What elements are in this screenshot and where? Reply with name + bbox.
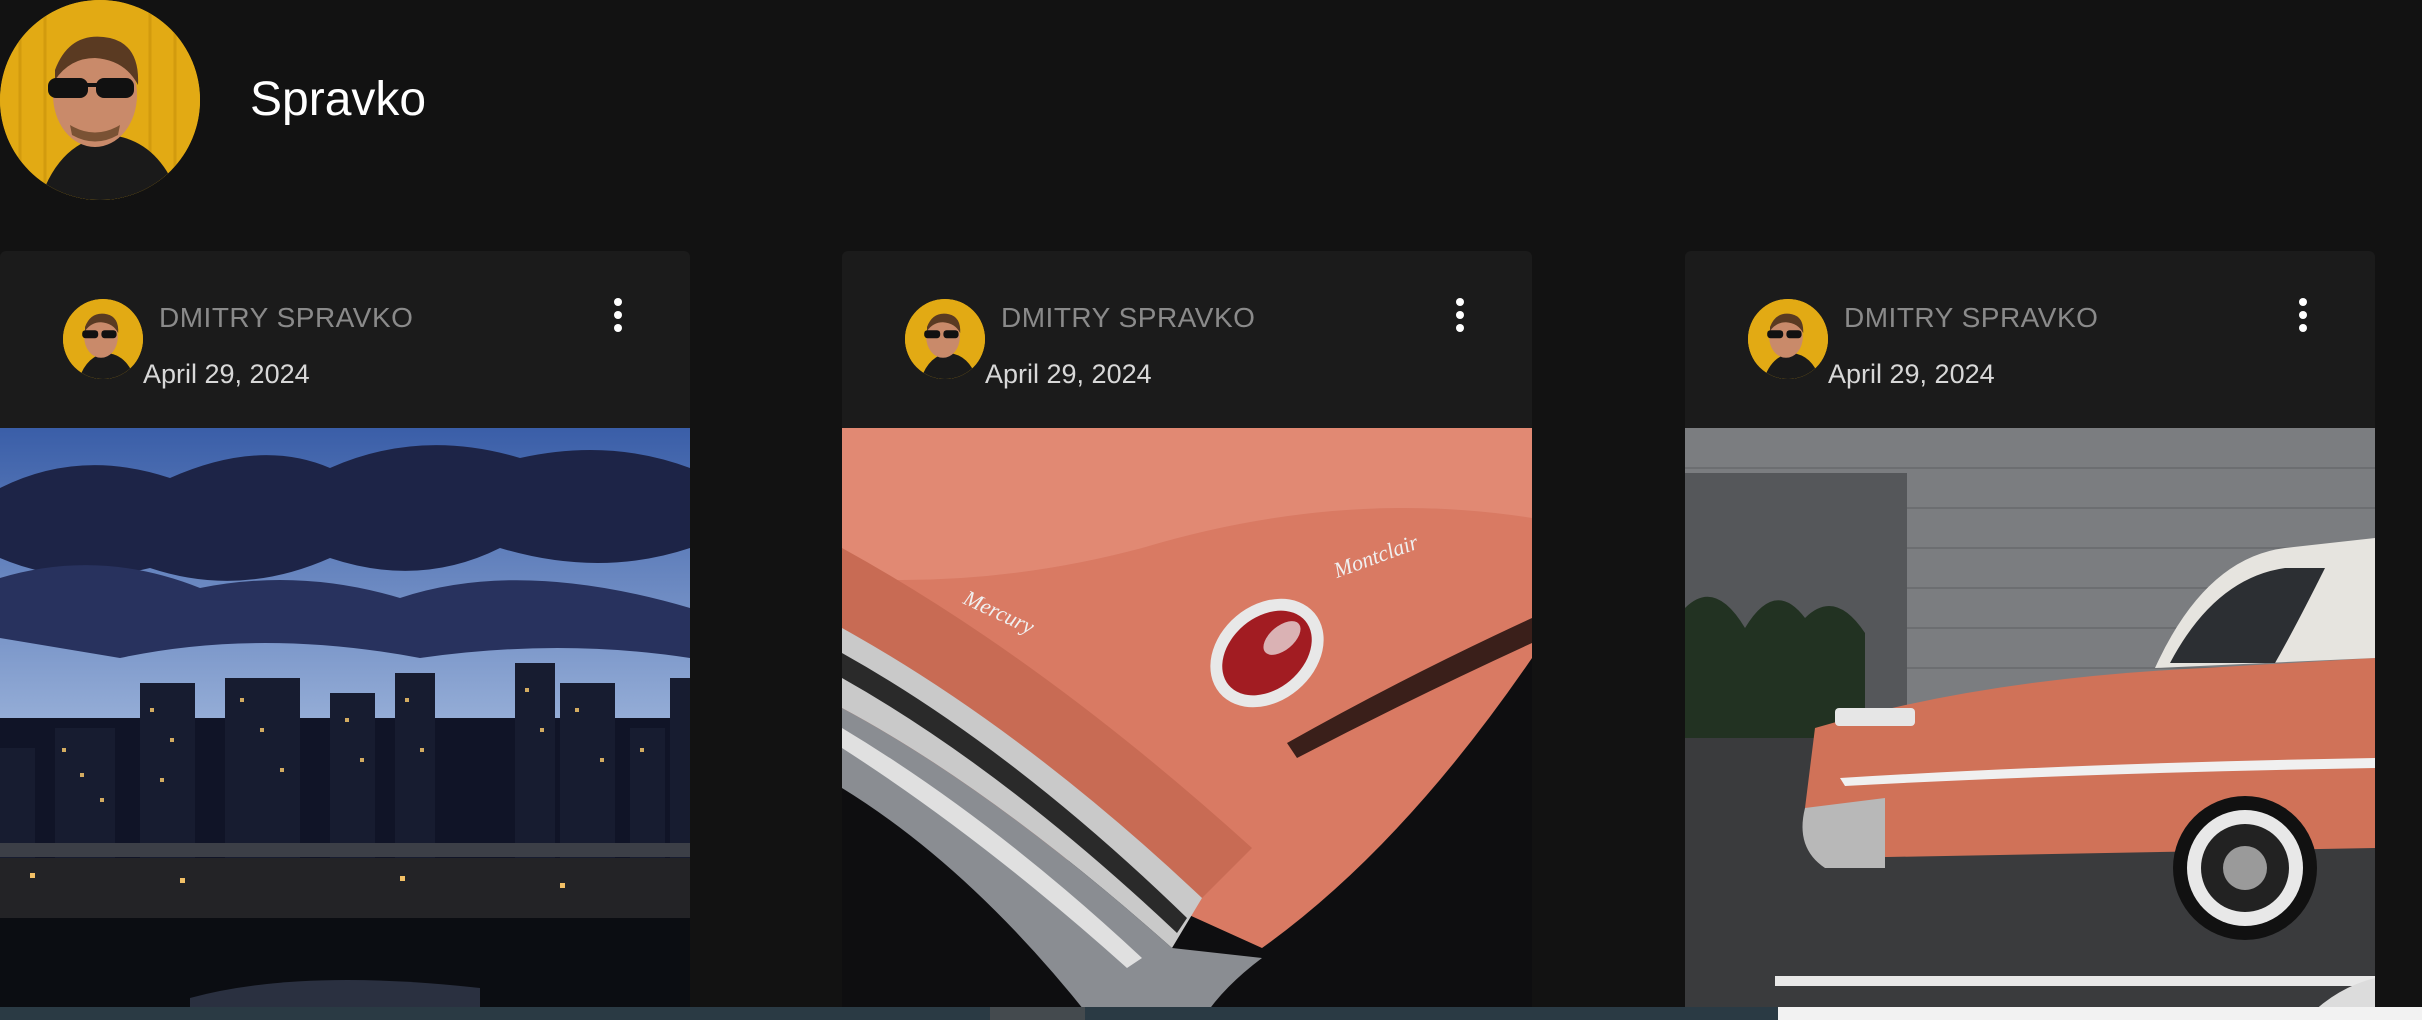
bottom-scroll-strip xyxy=(0,1007,2422,1020)
post-card[interactable]: DMITRY SPRAVKO April 29, 2024 xyxy=(0,251,690,1020)
more-options-button[interactable] xyxy=(1440,293,1480,337)
post-card-header: DMITRY SPRAVKO April 29, 2024 xyxy=(0,251,690,428)
vintage-car-image xyxy=(1685,428,2375,1020)
more-options-button[interactable] xyxy=(598,293,638,337)
more-vertical-icon xyxy=(1456,298,1464,306)
post-image[interactable] xyxy=(0,428,690,1020)
car-tail-fin-image: Mercury Montclair xyxy=(842,428,1532,1020)
post-date: April 29, 2024 xyxy=(985,359,1152,389)
author-portrait-image xyxy=(1748,299,1828,379)
bottom-strip-highlight xyxy=(1778,1007,2422,1020)
profile-header: Spravko xyxy=(0,0,2422,200)
post-date: April 29, 2024 xyxy=(1828,359,1995,389)
post-card[interactable]: DMITRY SPRAVKO April 29, 2024 xyxy=(1685,251,2375,1020)
profile-name: Spravko xyxy=(250,73,427,126)
post-image[interactable]: Mercury Montclair xyxy=(842,428,1532,1020)
author-name[interactable]: DMITRY SPRAVKO xyxy=(1844,301,2098,335)
page: Spravko DMITRY SPRAVKO April 29, 2024 DM… xyxy=(0,0,2422,1020)
post-card-header: DMITRY SPRAVKO April 29, 2024 xyxy=(842,251,1532,428)
profile-avatar[interactable] xyxy=(0,0,200,200)
more-options-button[interactable] xyxy=(2283,293,2323,337)
author-portrait-image xyxy=(905,299,985,379)
post-card[interactable]: DMITRY SPRAVKO April 29, 2024 xyxy=(842,251,1532,1020)
post-date: April 29, 2024 xyxy=(143,359,310,389)
more-vertical-icon xyxy=(614,298,622,306)
author-portrait-image xyxy=(63,299,143,379)
author-avatar[interactable] xyxy=(1748,299,1828,379)
city-skyline-image xyxy=(0,428,690,1020)
post-image[interactable] xyxy=(1685,428,2375,1020)
author-avatar[interactable] xyxy=(905,299,985,379)
post-card-header: DMITRY SPRAVKO April 29, 2024 xyxy=(1685,251,2375,428)
more-vertical-icon xyxy=(2299,298,2307,306)
scroll-thumb[interactable] xyxy=(990,1007,1085,1020)
author-name[interactable]: DMITRY SPRAVKO xyxy=(1001,301,1255,335)
author-name[interactable]: DMITRY SPRAVKO xyxy=(159,301,413,335)
author-avatar[interactable] xyxy=(63,299,143,379)
avatar-portrait-image xyxy=(0,0,200,200)
